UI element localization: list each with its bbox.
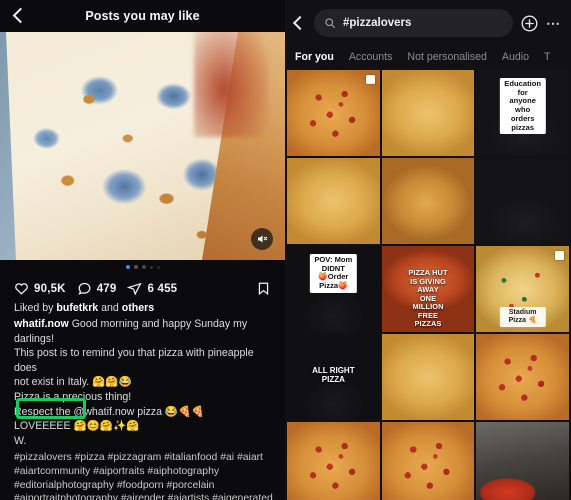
plus-circle-icon[interactable] bbox=[520, 14, 539, 33]
thumbnail-overlay-text: ALL RIGHT PIZZA bbox=[312, 366, 355, 385]
screenshot-stage: Posts you may like 90,5K 479 6 455 Liked… bbox=[0, 0, 571, 500]
thumbnail-image bbox=[476, 334, 569, 420]
save-button[interactable] bbox=[256, 281, 271, 296]
tab-not-personalised[interactable]: Not personalised bbox=[407, 51, 487, 64]
hashtag-block: #pizzalovers #pizza #pizzagram #italianf… bbox=[0, 448, 285, 500]
post-actions: 90,5K 479 6 455 bbox=[0, 274, 285, 300]
tab-overflow[interactable]: T bbox=[544, 51, 550, 64]
search-input[interactable]: #pizzalovers bbox=[314, 9, 513, 37]
thumbnail-image bbox=[381, 70, 475, 156]
search-results-grid: Education for anyone who orders pizzas POV… bbox=[285, 68, 571, 500]
speaker-muted-icon[interactable] bbox=[251, 228, 273, 250]
grid-cell-delivery-driver-cap[interactable]: Education for anyone who orders pizzas bbox=[476, 70, 569, 156]
grid-cell-pepperoni-pizza-box[interactable] bbox=[287, 422, 380, 500]
more-dots-icon[interactable]: ⋯ bbox=[546, 16, 562, 30]
carousel-dot bbox=[125, 265, 130, 269]
liked-by-line: Liked by bufetkrk and others bbox=[14, 301, 271, 316]
hashtag-line[interactable]: #aiartcommunity #aiportraits #aiphotogra… bbox=[14, 465, 271, 479]
heart-icon bbox=[15, 283, 28, 295]
grid-cell-sausage-pepperoni-pizza[interactable] bbox=[381, 422, 475, 500]
hashtag-line[interactable]: #editorialphotography #foodporn #porcela… bbox=[14, 479, 271, 493]
thumbnail-overlay-text: PIZZA HUT IS GIVING AWAY ONE MILLION FREE… bbox=[408, 268, 448, 329]
thumbnail-image bbox=[381, 334, 475, 420]
thumbnail-image bbox=[287, 422, 380, 500]
comment-button[interactable]: 479 bbox=[77, 281, 117, 296]
comment-count: 479 bbox=[96, 282, 117, 295]
comment-bubble-icon bbox=[78, 282, 91, 295]
like-count: 90,5K bbox=[34, 282, 66, 295]
grid-cell-pizza-box-open[interactable] bbox=[381, 158, 475, 244]
tab-accounts[interactable]: Accounts bbox=[349, 51, 393, 64]
tiktok-search-panel: #pizzalovers ⋯ For you Accounts Not pers… bbox=[285, 0, 571, 500]
carousel-dots bbox=[0, 260, 285, 274]
tab-audio[interactable]: Audio bbox=[502, 51, 529, 64]
tab-for-you[interactable]: For you bbox=[295, 51, 334, 64]
instagram-header: Posts you may like bbox=[0, 0, 285, 32]
hashtag-line[interactable]: #aiportraitphotography #airender #aiarti… bbox=[14, 492, 273, 500]
select-checkbox[interactable] bbox=[554, 251, 564, 260]
thumbnail-image bbox=[381, 422, 475, 500]
thumbnail-overlay-text: Stadium Pizza 🍕 bbox=[499, 306, 546, 327]
carousel-dot bbox=[149, 265, 153, 269]
select-checkbox[interactable] bbox=[365, 75, 375, 84]
share-paperplane-icon bbox=[127, 282, 143, 296]
like-button[interactable]: 90,5K bbox=[14, 281, 66, 296]
carousel-dot bbox=[156, 265, 160, 269]
thumbnail-image bbox=[476, 158, 569, 244]
grid-cell-pizza-hut-promo[interactable]: PIZZA HUT IS GIVING AWAY ONE MILLION FREE… bbox=[381, 246, 475, 332]
share-button[interactable]: 6 455 bbox=[127, 281, 177, 296]
caption-username[interactable]: whatif.now bbox=[14, 318, 69, 330]
bookmark-icon bbox=[258, 282, 269, 296]
grid-cell-two-pizzas-takeaway[interactable] bbox=[381, 70, 475, 156]
liked-by-prefix: Liked by bbox=[14, 302, 57, 314]
share-count: 6 455 bbox=[147, 282, 178, 295]
pizza-sauce bbox=[193, 32, 268, 137]
grid-cell-stadium-pizza-pan[interactable]: Stadium Pizza 🍕 bbox=[476, 246, 569, 332]
back-chevron-icon[interactable] bbox=[10, 7, 28, 25]
grid-cell-pov-mom-didnt-order-pizza[interactable]: POV: Mom DIDNT 🍑Order Pizza🍑 bbox=[287, 246, 380, 332]
caption-line: LOVEEEEE 🤗😊🤗✨🤗 bbox=[14, 420, 140, 433]
search-icon bbox=[325, 18, 336, 29]
page-title: Posts you may like bbox=[85, 9, 200, 23]
liked-by-suffix: and bbox=[98, 302, 122, 314]
instagram-post-panel: Posts you may like 90,5K 479 6 455 Liked… bbox=[0, 0, 285, 500]
thumbnail-overlay-text: Education for anyone who orders pizzas bbox=[499, 78, 546, 135]
tiktok-header: #pizzalovers ⋯ bbox=[285, 0, 571, 46]
grid-cell-all-right-pizza-guy[interactable]: ALL RIGHT PIZZA bbox=[287, 334, 380, 420]
thumbnail-image bbox=[287, 158, 380, 244]
thumbnail-overlay-text: POV: Mom DIDNT 🍑Order Pizza🍑 bbox=[310, 254, 357, 293]
carousel-dot bbox=[133, 265, 138, 269]
back-chevron-icon[interactable] bbox=[291, 15, 307, 31]
carousel-dot bbox=[141, 265, 146, 269]
grid-cell-driver-in-car[interactable] bbox=[476, 158, 569, 244]
hashtag-line[interactable]: #pizzalovers #pizza #pizzagram #italianf… bbox=[14, 451, 271, 465]
grid-cell-meat-pizza-pan[interactable] bbox=[476, 334, 569, 420]
caption-line: Respect the @whatif.now pizza 😂🍕🍕 bbox=[14, 405, 205, 418]
grid-cell-pepperoni-pizza-in-box[interactable] bbox=[287, 70, 380, 156]
thumbnail-image bbox=[381, 158, 475, 244]
caption-body: whatif.now Good morning and happy Sunday… bbox=[14, 317, 271, 448]
grid-cell-cheese-pizza-slices[interactable] bbox=[287, 158, 380, 244]
caption-line: This post is to remind you that pizza wi… bbox=[14, 347, 254, 374]
liked-by-others[interactable]: others bbox=[122, 302, 154, 314]
search-query-text: #pizzalovers bbox=[343, 17, 412, 29]
thumbnail-image bbox=[476, 422, 569, 500]
liked-by-user[interactable]: bufetkrk bbox=[56, 302, 98, 314]
grid-cell-pizza-kitchen-prep[interactable] bbox=[476, 422, 569, 500]
caption-line: W. bbox=[14, 434, 27, 447]
search-tabs: For you Accounts Not personalised Audio … bbox=[285, 46, 571, 68]
post-image[interactable] bbox=[0, 32, 285, 260]
caption-line: not exist in Italy. 🤗🤗😂 bbox=[14, 376, 132, 389]
grid-cell-loaded-pizza-top[interactable] bbox=[381, 334, 475, 420]
caption-line: Pizza is a precious thing! bbox=[14, 390, 132, 403]
post-caption: Liked by bufetkrk and others whatif.now … bbox=[0, 300, 285, 448]
